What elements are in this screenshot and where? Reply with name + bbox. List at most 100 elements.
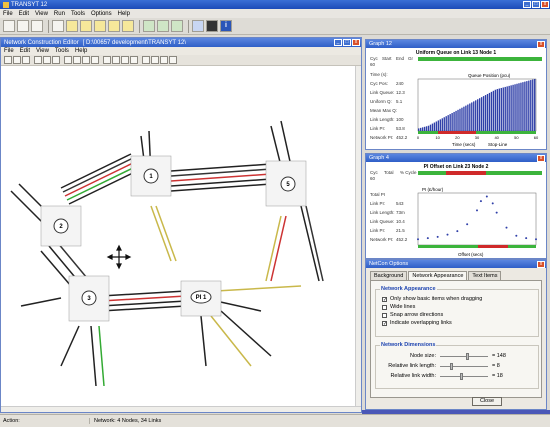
editor-print-icon[interactable] [34, 56, 42, 64]
editor-options-icon[interactable] [160, 56, 168, 64]
node-size-slider[interactable] [440, 352, 488, 360]
network-editor-window: Network Construction Editor [ D:\00657 d… [0, 37, 362, 413]
menu-tools[interactable]: Tools [71, 11, 85, 17]
queue-bar [508, 85, 510, 131]
queue-bar [471, 102, 473, 131]
app-titlebar: TRANSYT 12 _ □ x [0, 0, 550, 9]
editor-minimize-button[interactable]: _ [334, 39, 342, 46]
editor-save-icon[interactable] [22, 56, 30, 64]
link-tool-icon[interactable] [80, 20, 92, 32]
node-size-thumb[interactable] [466, 352, 469, 360]
menu-options[interactable]: Options [91, 11, 112, 17]
editor-add-node-icon[interactable] [112, 56, 120, 64]
check-snap-arrow[interactable]: Snap arrow directions [382, 311, 538, 319]
link-width-value: = 18 [492, 373, 503, 379]
graph-12-close-button[interactable]: x [537, 40, 545, 48]
queue-bar [486, 93, 489, 131]
queue-bar [482, 96, 485, 131]
queue-bar [480, 97, 483, 131]
wizard-icon[interactable] [66, 20, 78, 32]
menu-view[interactable]: View [35, 11, 48, 17]
graph-4-signal-red [446, 171, 486, 175]
link-width-slider[interactable] [440, 372, 488, 380]
editor-close-button[interactable]: x [352, 39, 360, 46]
report-icon[interactable] [171, 20, 183, 32]
checkbox-snap-arrow[interactable] [382, 312, 387, 318]
network-canvas[interactable]: 1 2 3 5 PI 1 [1, 66, 361, 412]
queue-bar [504, 86, 506, 131]
graph-4-close-button[interactable]: x [537, 154, 545, 162]
editor-menu-tools[interactable]: Tools [55, 48, 69, 54]
checkbox-overlapping[interactable]: ✓ [382, 320, 387, 326]
editor-paste-icon[interactable] [52, 56, 60, 64]
editor-select-icon[interactable] [103, 56, 111, 64]
menu-help[interactable]: Help [118, 11, 130, 17]
pi-point [476, 209, 478, 212]
editor-text-icon[interactable] [142, 56, 150, 64]
netcon-close-icon[interactable]: x [537, 260, 545, 268]
link-length-value: = 8 [492, 363, 500, 369]
maximize-button[interactable]: □ [532, 1, 540, 8]
signal-tool-icon[interactable] [108, 20, 120, 32]
pi-point [515, 234, 518, 237]
queue-bar [478, 98, 481, 131]
editor-add-link-icon[interactable] [121, 56, 129, 64]
menu-file[interactable]: File [3, 11, 13, 17]
netcon-titlebar: NetCon Options x [366, 260, 546, 268]
editor-arrow-icon[interactable] [130, 56, 138, 64]
queue-bar [418, 128, 420, 131]
editor-horizontal-scrollbar[interactable] [1, 406, 361, 412]
tab-text-items[interactable]: Text Items [468, 271, 502, 280]
editor-vertical-scrollbar[interactable] [355, 66, 361, 406]
editor-titlebar: Network Construction Editor [ D:\00657 d… [1, 38, 361, 47]
editor-help-icon[interactable] [169, 56, 177, 64]
queue-bar [465, 105, 467, 131]
editor-graph-icon[interactable] [151, 56, 159, 64]
minimize-button[interactable]: _ [523, 1, 531, 8]
check-wide-lines[interactable]: Wide lines [382, 303, 538, 311]
editor-maximize-button[interactable]: □ [343, 39, 351, 46]
menu-run[interactable]: Run [54, 11, 65, 17]
table-view-icon[interactable] [157, 20, 169, 32]
info-icon[interactable]: i [220, 20, 232, 32]
checkbox-wide-lines[interactable] [382, 304, 387, 310]
menu-edit[interactable]: Edit [19, 11, 29, 17]
editor-new-icon[interactable] [4, 56, 12, 64]
x-tick-label: 10 [435, 135, 440, 140]
link-length-label: Relative link length: [388, 363, 436, 369]
grid-view-icon[interactable] [143, 20, 155, 32]
node-tool-icon[interactable] [94, 20, 106, 32]
netcon-close-button[interactable]: Close [472, 397, 502, 406]
editor-zoom-out-icon[interactable] [73, 56, 81, 64]
run-icon[interactable] [206, 20, 218, 32]
editor-zoom-in-icon[interactable] [64, 56, 72, 64]
close-button[interactable]: x [541, 1, 549, 8]
save-icon[interactable] [31, 20, 43, 32]
editor-pan-icon[interactable] [82, 56, 90, 64]
graph-12-info-value: 452.2 [396, 135, 408, 140]
editor-open-icon[interactable] [13, 56, 21, 64]
tab-background[interactable]: Background [370, 271, 408, 280]
link-length-thumb[interactable] [450, 362, 453, 370]
link-length-slider[interactable] [440, 362, 488, 370]
graph-4-info-label: Link PI: [370, 228, 386, 233]
checkbox-basic-items[interactable]: ✓ [382, 296, 387, 302]
print-icon[interactable] [52, 20, 64, 32]
link-width-thumb[interactable] [460, 372, 463, 380]
check-basic-items[interactable]: ✓ Only show basic items when dragging [382, 295, 538, 303]
netcon-options-window: NetCon Options x Background Network Appe… [365, 259, 547, 410]
network-icon[interactable] [192, 20, 204, 32]
x-tick-label: 20 [455, 135, 460, 140]
open-file-icon[interactable] [17, 20, 29, 32]
check-basic-items-label: Only show basic items when dragging [390, 296, 483, 302]
editor-menu-edit[interactable]: Edit [20, 48, 30, 54]
editor-fit-icon[interactable] [91, 56, 99, 64]
check-overlapping[interactable]: ✓ Indicate overlapping links [382, 319, 538, 327]
editor-menu-file[interactable]: File [4, 48, 14, 54]
editor-copy-icon[interactable] [43, 56, 51, 64]
editor-menu-view[interactable]: View [36, 48, 49, 54]
editor-menu-help[interactable]: Help [75, 48, 87, 54]
tab-network-appearance[interactable]: Network Appearance [408, 271, 468, 280]
route-tool-icon[interactable] [122, 20, 134, 32]
new-file-icon[interactable] [3, 20, 15, 32]
